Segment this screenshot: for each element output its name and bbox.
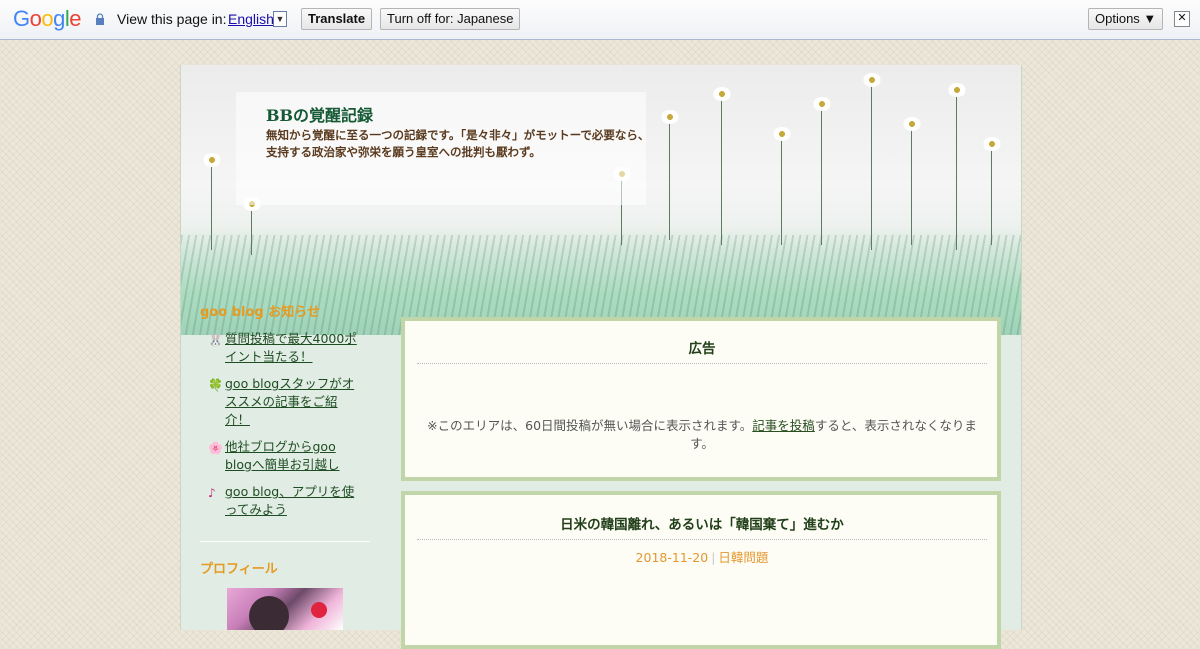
close-icon[interactable]: ✕ (1174, 11, 1190, 27)
list-item[interactable]: 🍀 goo blogスタッフがオススメの記事をご紹介！ (208, 375, 358, 429)
post-category-link[interactable]: 日韓問題 (718, 550, 768, 565)
turn-off-button[interactable]: Turn off for: Japanese (380, 8, 521, 30)
news-link[interactable]: goo blogスタッフがオススメの記事をご紹介！ (225, 376, 354, 427)
flower-icon: 🌸 (208, 441, 223, 455)
news-list: 🐰 質問投稿で最大4000ポイント当たる！ 🍀 goo blogスタッフがオスス… (208, 330, 358, 528)
news-link[interactable]: 他社ブログからgoo blogへ簡単お引越し (225, 439, 340, 472)
clover-icon: 🍀 (208, 378, 223, 392)
ad-divider (417, 363, 987, 364)
translate-button[interactable]: Translate (301, 8, 373, 30)
list-item[interactable]: 🐰 質問投稿で最大4000ポイント当たる！ (208, 330, 358, 366)
avatar[interactable] (227, 588, 343, 630)
post-meta: 2018-11-20 | 日韓問題 (417, 547, 987, 566)
list-item[interactable]: ♪ goo blog、アプリを使ってみよう (208, 483, 358, 519)
lock-icon (96, 13, 104, 25)
sidebar-divider (200, 541, 370, 542)
post-date: 2018-11-20 (635, 550, 709, 565)
ad-box: 広告 ※このエリアは、60日間投稿が無い場合に表示されます。記事を投稿すると、表… (401, 317, 1001, 481)
site-description-line2: 支持する政治家や弥栄を願う皇室への批判も厭わず。 (266, 145, 541, 159)
site-title[interactable]: BBの覚醒記録 (266, 102, 373, 126)
news-heading: goo blog お知らせ (200, 305, 320, 320)
post-divider (417, 539, 987, 540)
news-link[interactable]: 質問投稿で最大4000ポイント当たる！ (225, 331, 357, 364)
options-button[interactable]: Options ▼ (1088, 8, 1164, 30)
language-select[interactable]: English (228, 11, 274, 27)
ad-notice-text: ※このエリアは、60日間投稿が無い場合に表示されます。 (427, 418, 753, 433)
ad-title: 広告 (688, 341, 716, 357)
list-item[interactable]: 🌸 他社ブログからgoo blogへ簡単お引越し (208, 438, 358, 474)
rabbit-icon: 🐰 (208, 333, 223, 347)
meta-separator: | (711, 550, 716, 565)
post-box: 日米の韓国離れ、あるいは「韓国棄て」進むか 2018-11-20 | 日韓問題 (401, 491, 1001, 649)
site-description: 無知から覚醒に至る一つの記録です。「是々非々」がモットーで必要なら、 支持する政… (266, 127, 656, 161)
google-logo: Google (13, 6, 82, 31)
news-link[interactable]: goo blog、アプリを使ってみよう (225, 484, 354, 517)
post-title[interactable]: 日米の韓国離れ、あるいは「韓国棄て」進むか (417, 513, 987, 533)
site-description-line1: 無知から覚醒に至る一つの記録です。「是々非々」がモットーで必要なら、 (266, 128, 650, 142)
music-note-icon: ♪ (208, 486, 216, 500)
profile-heading: プロフィール (200, 562, 278, 577)
chevron-down-icon[interactable]: ▼ (273, 11, 287, 27)
view-page-in-label: View this page in: (117, 11, 227, 27)
google-translate-bar: Google View this page in: English ▼ Tran… (0, 0, 1200, 40)
post-article-link[interactable]: 記事を投稿 (752, 418, 815, 433)
ad-notice: ※このエリアは、60日間投稿が無い場合に表示されます。記事を投稿すると、表示され… (419, 417, 985, 453)
